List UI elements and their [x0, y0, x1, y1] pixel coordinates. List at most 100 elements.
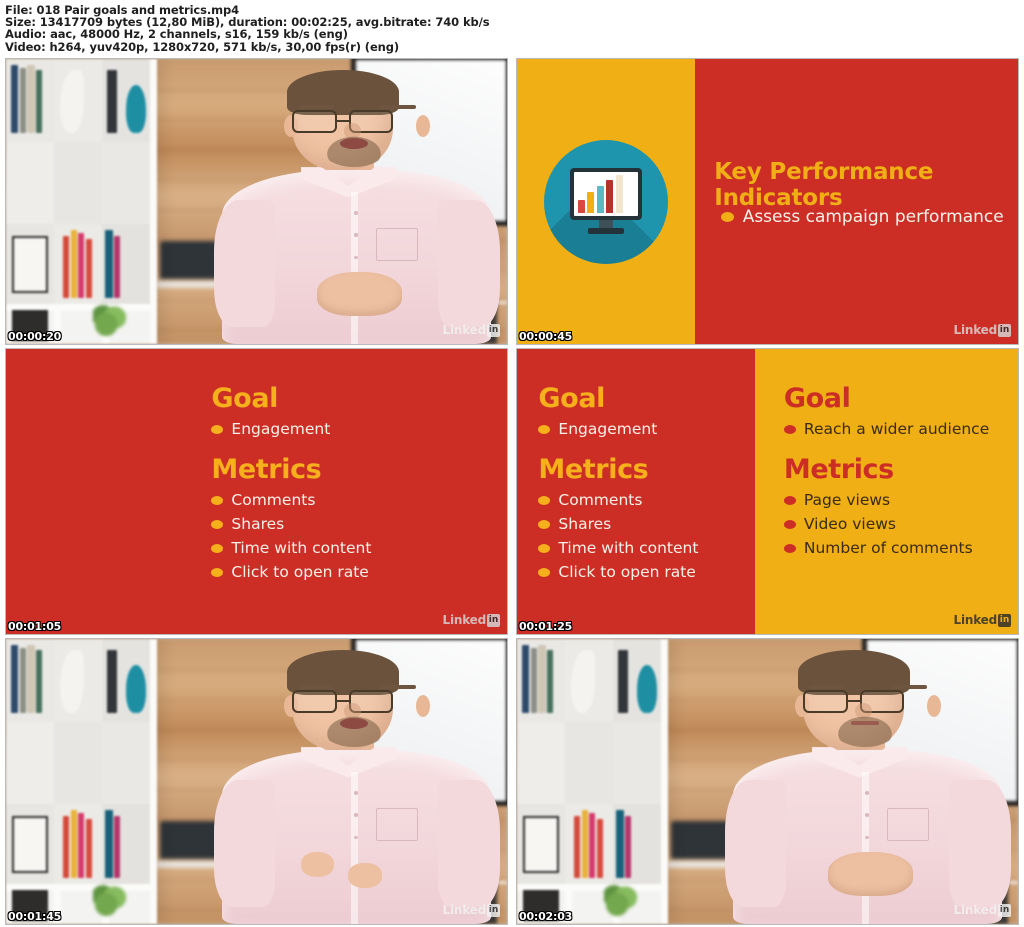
kpi-icon-panel: [517, 59, 695, 344]
metrics-item-label: Click to open rate: [558, 563, 696, 582]
kpi-bullet-item: Assess campaign performance: [720, 207, 1004, 228]
linkedin-wordmark: Linked: [442, 323, 487, 337]
presenter: [213, 68, 500, 344]
video-frame-1: [6, 59, 507, 344]
metrics-heading: Metrics: [783, 454, 894, 486]
metrics-item-label: Shares: [231, 515, 285, 534]
video-info-line: Video: h264, yuv420p, 1280x720, 571 kb/s…: [5, 39, 400, 54]
thumbnail-5[interactable]: Linked in 00:01:45: [5, 638, 508, 925]
metrics-item: Time with content: [538, 539, 698, 557]
linkedin-in-badge: in: [998, 323, 1011, 337]
bullet-dot-icon: [783, 495, 796, 505]
timestamp-label: 00:01:05: [8, 620, 62, 633]
thumbnail-3[interactable]: Goal Engagement Metrics Comments Shares …: [5, 348, 508, 635]
presenter: [724, 648, 1011, 924]
bullet-dot-icon: [538, 543, 551, 553]
bookshelf: [517, 639, 669, 924]
glasses-icon: [803, 690, 905, 713]
metrics-heading: Metrics: [538, 454, 649, 486]
audio-info-line: Audio: aac, 48000 Hz, 2 channels, s16, 1…: [5, 27, 348, 42]
glasses-icon: [292, 690, 394, 713]
linkedin-watermark: Linked in: [954, 323, 1011, 337]
metrics-item-label: Comments: [558, 491, 643, 510]
slide-goal-split: Goal Engagement Metrics Comments Shares …: [517, 349, 1018, 634]
bullet-dot-icon: [720, 212, 734, 223]
goal-panel-yellow: Goal Reach a wider audience Metrics Page…: [754, 349, 1018, 634]
timestamp-label: 00:02:03: [519, 910, 573, 923]
bullet-dot-icon: [211, 543, 224, 553]
linkedin-wordmark: Linked: [953, 613, 998, 627]
metrics-item: Time with content: [211, 539, 371, 557]
linkedin-watermark: Linked in: [442, 613, 500, 627]
kpi-bullet-label: Assess campaign performance: [742, 207, 1004, 228]
video-frame-6: [517, 639, 1018, 924]
slide-goal-single: Goal Engagement Metrics Comments Shares …: [6, 349, 507, 634]
metrics-item-label: Page views: [803, 491, 891, 510]
linkedin-in-badge: in: [487, 613, 500, 627]
bookshelf: [6, 59, 158, 344]
timestamp-label: 00:00:20: [8, 330, 62, 343]
metrics-item: Video views: [783, 515, 989, 534]
goal-item: Engagement: [211, 420, 371, 438]
linkedin-in-badge: in: [487, 323, 500, 337]
bullet-dot-icon: [783, 519, 796, 529]
metrics-item: Shares: [211, 515, 371, 533]
bullet-dot-icon: [211, 424, 224, 434]
slide-kpi: Key Performance Indicators Assess campai…: [517, 59, 1018, 344]
goal-item-label: Engagement: [231, 420, 331, 439]
goal-heading: Goal: [538, 383, 605, 415]
video-frame-5: [6, 639, 507, 924]
bullet-dot-icon: [211, 495, 224, 505]
bullet-dot-icon: [783, 424, 796, 434]
timestamp-label: 00:00:45: [519, 330, 573, 343]
bullet-dot-icon: [538, 567, 551, 577]
metrics-item-label: Shares: [558, 515, 612, 534]
linkedin-in-badge: in: [998, 613, 1011, 627]
bullet-dot-icon: [538, 424, 551, 434]
bullet-dot-icon: [211, 519, 224, 529]
goal-heading: Goal: [211, 383, 278, 415]
thumbnail-4[interactable]: Goal Engagement Metrics Comments Shares …: [516, 348, 1019, 635]
goal-item-label: Reach a wider audience: [803, 420, 990, 439]
timestamp-label: 00:01:25: [519, 620, 573, 633]
metrics-heading: Metrics: [211, 454, 322, 486]
goal-panel-red: Goal Engagement Metrics Comments Shares …: [517, 349, 755, 634]
bullet-dot-icon: [211, 567, 224, 577]
linkedin-in-badge: in: [487, 903, 500, 917]
contact-sheet-page: File: 018 Pair goals and metrics.mp4 Siz…: [0, 0, 1024, 927]
bullet-dot-icon: [538, 495, 551, 505]
metrics-item-label: Time with content: [558, 539, 699, 558]
linkedin-in-badge: in: [998, 903, 1011, 917]
metrics-item: Comments: [538, 491, 698, 509]
linkedin-watermark: Linked in: [442, 903, 500, 917]
goal-heading: Goal: [783, 383, 851, 415]
goal-item: Engagement: [538, 420, 698, 438]
thumbnail-6[interactable]: Linked in 00:02:03: [516, 638, 1019, 925]
goal-item: Reach a wider audience: [783, 420, 990, 439]
metrics-item-label: Number of comments: [803, 539, 973, 558]
goal-panel-red: Goal Engagement Metrics Comments Shares …: [6, 349, 507, 634]
linkedin-wordmark: Linked: [442, 613, 487, 627]
goal-item-label: Engagement: [558, 420, 658, 439]
monitor-bar-chart-icon: [543, 139, 668, 264]
linkedin-watermark: Linked in: [442, 323, 500, 337]
glasses-icon: [292, 110, 394, 133]
metrics-item: Click to open rate: [538, 563, 698, 581]
bullet-dot-icon: [538, 519, 551, 529]
kpi-text-panel: Key Performance Indicators Assess campai…: [694, 59, 1018, 344]
linkedin-watermark: Linked in: [953, 613, 1011, 627]
metrics-item-label: Video views: [803, 515, 897, 534]
kpi-title: Key Performance Indicators: [714, 158, 934, 211]
thumbnail-grid: Linked in 00:00:20 Key Performance Indic…: [5, 58, 1019, 925]
linkedin-wordmark: Linked: [953, 903, 998, 917]
bullet-dot-icon: [783, 543, 796, 553]
linkedin-wordmark: Linked: [442, 903, 487, 917]
metrics-item: Click to open rate: [211, 563, 371, 581]
metrics-item-label: Click to open rate: [231, 563, 369, 582]
thumbnail-2[interactable]: Key Performance Indicators Assess campai…: [516, 58, 1019, 345]
timestamp-label: 00:01:45: [8, 910, 62, 923]
metrics-item: Number of comments: [783, 539, 989, 558]
bookshelf: [6, 639, 158, 924]
metrics-item-label: Time with content: [231, 539, 372, 558]
thumbnail-1[interactable]: Linked in 00:00:20: [5, 58, 508, 345]
